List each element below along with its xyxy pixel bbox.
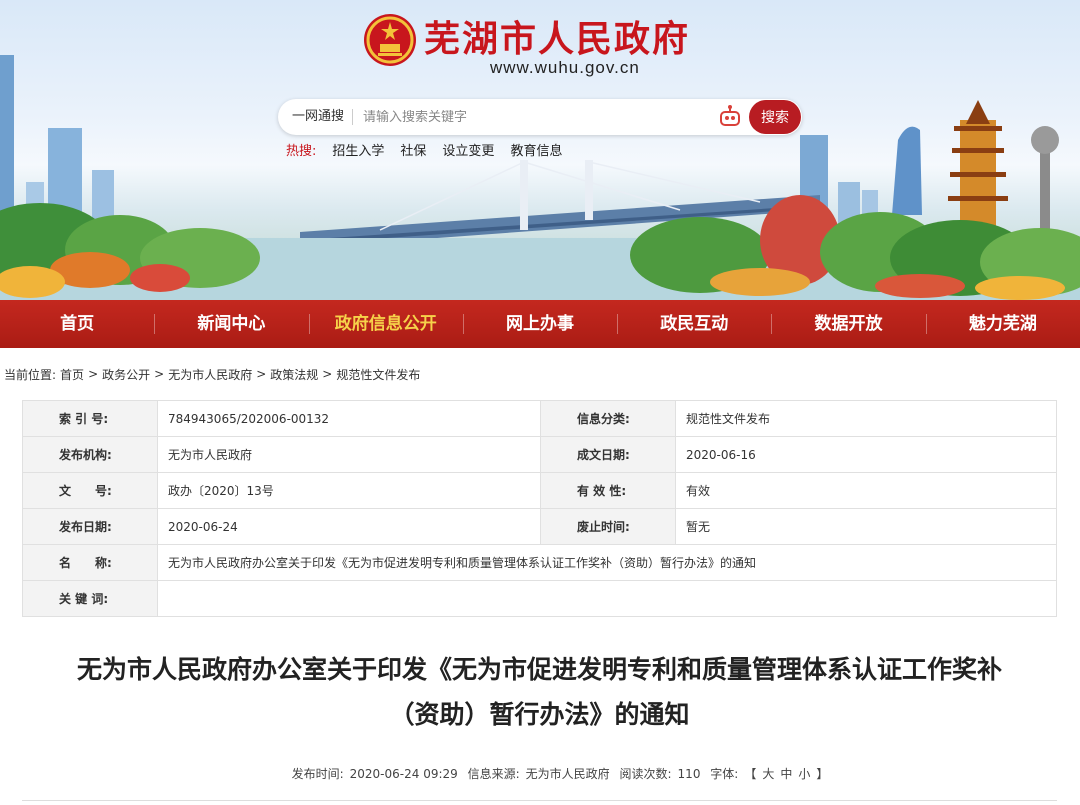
search-button[interactable]: 搜索 bbox=[749, 100, 801, 134]
breadcrumb-separator: > bbox=[154, 367, 165, 381]
source-value: 无为市人民政府 bbox=[525, 767, 610, 781]
breadcrumb-link[interactable]: 政务公开 bbox=[102, 366, 150, 383]
site-url: www.wuhu.gov.cn bbox=[490, 58, 640, 77]
article-title: 无为市人民政府办公室关于印发《无为市促进发明专利和质量管理体系认证工作奖补 （资… bbox=[22, 647, 1057, 737]
keywords-label: 关 键 词: bbox=[22, 580, 158, 617]
breadcrumb-separator: > bbox=[88, 367, 99, 381]
font-size-label: 字体: bbox=[710, 767, 739, 781]
main-nav: 首页 新闻中心 政府信息公开 网上办事 政民互动 数据开放 魅力芜湖 bbox=[0, 300, 1080, 348]
nav-item-news[interactable]: 新闻中心 bbox=[154, 300, 308, 348]
header-banner: 芜湖市人民政府 www.wuhu.gov.cn 一网通搜 搜索 热搜: 招生入学… bbox=[0, 0, 1080, 300]
search-scope[interactable]: 一网通搜 bbox=[278, 109, 354, 125]
nav-item-gov-info[interactable]: 政府信息公开 bbox=[308, 300, 463, 348]
table-row: 发布日期: 2020-06-24 废止时间: 暂无 bbox=[22, 508, 1057, 545]
index-no-value: 784943065/202006-00132 bbox=[157, 400, 541, 437]
search-bar: 一网通搜 搜索 bbox=[278, 99, 802, 135]
table-row: 发布机构: 无为市人民政府 成文日期: 2020-06-16 bbox=[22, 436, 1057, 473]
publish-date-value: 2020-06-24 bbox=[157, 508, 541, 545]
font-large-button[interactable]: 大 bbox=[762, 767, 774, 781]
table-row: 索 引 号: 784943065/202006-00132 信息分类: 规范性文… bbox=[22, 400, 1057, 437]
search-input[interactable] bbox=[353, 109, 717, 125]
publish-date-label: 发布日期: bbox=[22, 508, 158, 545]
font-medium-button[interactable]: 中 bbox=[780, 767, 792, 781]
hot-item[interactable]: 社保 bbox=[400, 140, 426, 159]
font-bracket-close: 】 bbox=[816, 767, 829, 781]
breadcrumb-link[interactable]: 首页 bbox=[60, 366, 84, 383]
table-row: 名 称: 无为市人民政府办公室关于印发《无为市促进发明专利和质量管理体系认证工作… bbox=[22, 544, 1057, 581]
category-label: 信息分类: bbox=[540, 400, 676, 437]
doc-no-label: 文 号: bbox=[22, 472, 158, 509]
site-title: 芜湖市人民政府 bbox=[424, 19, 691, 60]
divider bbox=[22, 800, 1057, 801]
nav-item-home[interactable]: 首页 bbox=[0, 300, 154, 348]
publisher-label: 发布机构: bbox=[22, 436, 158, 473]
article-info-bar: 发布时间: 2020-06-24 09:29 信息来源: 无为市人民政府 阅读次数:… bbox=[0, 765, 1080, 782]
hot-label: 热搜: bbox=[286, 144, 317, 159]
nav-item-interaction[interactable]: 政民互动 bbox=[617, 300, 771, 348]
index-no-label: 索 引 号: bbox=[22, 400, 158, 437]
breadcrumb-link[interactable]: 无为市人民政府 bbox=[168, 366, 252, 383]
breadcrumb-link[interactable]: 规范性文件发布 bbox=[336, 366, 420, 383]
views-value: 110 bbox=[677, 767, 701, 781]
font-bracket-open: 【 bbox=[744, 767, 757, 781]
hot-item[interactable]: 教育信息 bbox=[510, 140, 562, 159]
source-label: 信息来源: bbox=[467, 767, 520, 781]
written-date-label: 成文日期: bbox=[540, 436, 676, 473]
hot-item[interactable]: 招生入学 bbox=[332, 140, 384, 159]
nav-item-online-services[interactable]: 网上办事 bbox=[462, 300, 617, 348]
published-value: 2020-06-24 09:29 bbox=[349, 767, 458, 781]
name-label: 名 称: bbox=[22, 544, 158, 581]
document-metadata-table: 索 引 号: 784943065/202006-00132 信息分类: 规范性文… bbox=[22, 400, 1057, 617]
keywords-value bbox=[157, 580, 1057, 617]
font-small-button[interactable]: 小 bbox=[798, 767, 810, 781]
expiry-value: 暂无 bbox=[675, 508, 1057, 545]
expiry-label: 废止时间: bbox=[540, 508, 676, 545]
breadcrumb-prefix: 当前位置: bbox=[4, 367, 57, 382]
hot-searches: 热搜: 招生入学 社保 设立变更 教育信息 bbox=[286, 140, 562, 159]
hot-item[interactable]: 设立变更 bbox=[442, 140, 494, 159]
views-label: 阅读次数: bbox=[619, 767, 672, 781]
breadcrumb-separator: > bbox=[256, 367, 267, 381]
article-title-line: 无为市人民政府办公室关于印发《无为市促进发明专利和质量管理体系认证工作奖补 bbox=[76, 655, 1002, 684]
breadcrumb-link[interactable]: 政策法规 bbox=[270, 366, 318, 383]
validity-value: 有效 bbox=[675, 472, 1057, 509]
written-date-value: 2020-06-16 bbox=[675, 436, 1057, 473]
breadcrumb-separator: > bbox=[322, 367, 333, 381]
breadcrumb: 当前位置: 首页 > 政务公开 > 无为市人民政府 > 政策法规 > 规范性文件… bbox=[0, 348, 1080, 400]
doc-no-value: 政办〔2020〕13号 bbox=[157, 472, 541, 509]
published-label: 发布时间: bbox=[291, 767, 344, 781]
robot-assistant-icon[interactable] bbox=[717, 104, 743, 130]
table-row: 文 号: 政办〔2020〕13号 有 效 性: 有效 bbox=[22, 472, 1057, 509]
national-emblem-icon bbox=[364, 14, 416, 66]
publisher-value: 无为市人民政府 bbox=[157, 436, 541, 473]
nav-item-open-data[interactable]: 数据开放 bbox=[771, 300, 925, 348]
name-value: 无为市人民政府办公室关于印发《无为市促进发明专利和质量管理体系认证工作奖补（资助… bbox=[157, 544, 1057, 581]
table-row: 关 键 词: bbox=[22, 580, 1057, 617]
validity-label: 有 效 性: bbox=[540, 472, 676, 509]
nav-item-charm-wuhu[interactable]: 魅力芜湖 bbox=[925, 300, 1080, 348]
category-value: 规范性文件发布 bbox=[675, 400, 1057, 437]
article-title-line: （资助）暂行办法》的通知 bbox=[389, 700, 690, 729]
